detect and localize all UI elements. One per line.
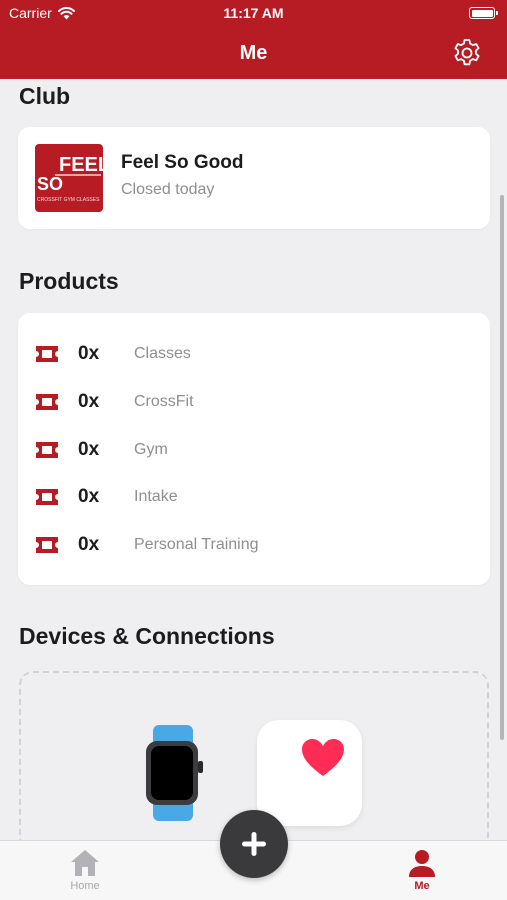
product-name: Classes: [134, 345, 191, 362]
page-title: Me: [239, 42, 268, 64]
status-time: 11:17 AM: [223, 5, 284, 21]
club-section-title: Club: [19, 83, 71, 109]
battery-icon: [469, 7, 498, 19]
svg-text:FEEL: FEEL: [59, 154, 103, 176]
home-icon: [71, 850, 99, 876]
tab-home-label: Home: [70, 880, 100, 892]
club-status: Closed today: [121, 181, 215, 198]
devices-section-title: Devices & Connections: [19, 623, 275, 649]
svg-text:CROSSFIT GYM CLASSES: CROSSFIT GYM CLASSES: [37, 197, 100, 203]
svg-text:SO: SO: [37, 174, 63, 194]
gear-icon[interactable]: [451, 37, 483, 69]
ticket-icon: [36, 489, 58, 505]
tab-home[interactable]: Home: [45, 849, 125, 892]
product-name: Intake: [134, 488, 178, 505]
ticket-icon: [36, 537, 58, 553]
smartwatch-icon: [146, 725, 203, 821]
health-app-icon: [257, 720, 362, 826]
app-header: Carrier 11:17 AM Me: [0, 0, 507, 79]
scrollbar[interactable]: [500, 195, 504, 740]
tab-me-label: Me: [414, 880, 430, 892]
product-row[interactable]: 0x CrossFit: [18, 382, 490, 422]
club-logo: FEEL SO CROSSFIT GYM CLASSES: [35, 144, 103, 212]
plus-icon: [242, 832, 266, 856]
product-count: 0x: [78, 486, 100, 507]
product-count: 0x: [78, 391, 100, 412]
product-row[interactable]: 0x Personal Training: [18, 525, 490, 565]
products-card: 0x Classes 0x CrossFit 0x Gym 0x Intake …: [18, 313, 490, 585]
products-section-title: Products: [19, 268, 119, 294]
product-row[interactable]: 0x Gym: [18, 430, 490, 470]
product-count: 0x: [78, 534, 100, 555]
add-button[interactable]: [220, 810, 288, 878]
product-row[interactable]: 0x Intake: [18, 477, 490, 517]
ticket-icon: [36, 346, 58, 362]
ticket-icon: [36, 394, 58, 410]
product-count: 0x: [78, 343, 100, 364]
heart-icon: [302, 739, 344, 776]
club-logo-image: FEEL SO CROSSFIT GYM CLASSES: [37, 154, 103, 203]
person-icon: [409, 850, 435, 877]
status-bar: Carrier 11:17 AM: [0, 5, 507, 23]
product-count: 0x: [78, 439, 100, 460]
club-name: Feel So Good: [121, 152, 244, 173]
ticket-icon: [36, 442, 58, 458]
product-name: CrossFit: [134, 393, 194, 410]
tab-me[interactable]: Me: [382, 849, 462, 892]
product-name: Personal Training: [134, 536, 259, 553]
product-row[interactable]: 0x Classes: [18, 334, 490, 374]
club-card[interactable]: FEEL SO CROSSFIT GYM CLASSES Feel So Goo…: [18, 127, 490, 229]
product-name: Gym: [134, 441, 168, 458]
